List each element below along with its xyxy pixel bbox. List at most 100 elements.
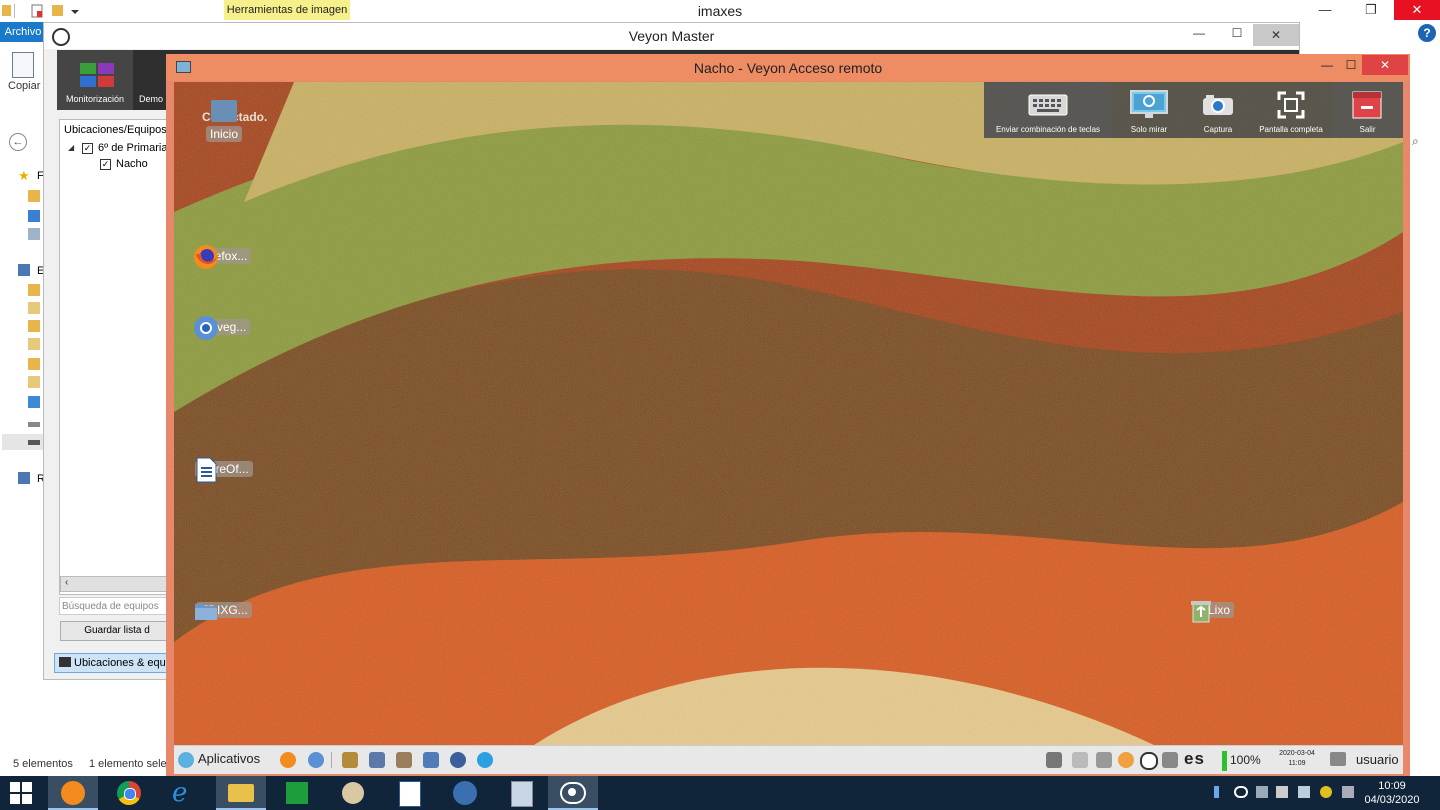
- vm-maximize-button[interactable]: ☐: [1222, 26, 1252, 40]
- windows-start-icon[interactable]: [10, 782, 32, 804]
- music-folder-icon: [28, 338, 40, 350]
- desktop-icon-label: Inicio: [205, 126, 242, 142]
- battery-level-bar: [1222, 751, 1227, 771]
- save-list-button[interactable]: Guardar lista d: [60, 621, 174, 641]
- tree-computer-label[interactable]: Nacho: [116, 158, 148, 170]
- browser-launcher-icon[interactable]: [308, 752, 324, 768]
- screenshot-button[interactable]: Captura: [1186, 82, 1250, 138]
- clock-time[interactable]: 10:09: [1362, 780, 1422, 792]
- keyboard-layout-indicator[interactable]: es: [1184, 749, 1205, 769]
- applications-menu-button[interactable]: Aplicativos: [198, 751, 260, 766]
- computer-search-input[interactable]: Búsqueda de equipos: [59, 597, 169, 615]
- drive-icon: [28, 422, 40, 427]
- taskbar-firefox[interactable]: [48, 776, 98, 810]
- firefox-launcher-icon[interactable]: [280, 752, 296, 768]
- explorer-titlebar: Herramientas de imagen imaxes — ❐ ✕: [0, 0, 1440, 22]
- explorer-title: imaxes: [697, 3, 743, 19]
- computer-icon: [18, 264, 30, 276]
- explorer-restore-button[interactable]: ❐: [1348, 0, 1394, 20]
- taskbar-file-explorer[interactable]: [216, 776, 266, 810]
- view-only-button[interactable]: Solo mirar: [1112, 82, 1186, 138]
- tray-shield-icon[interactable]: [1320, 786, 1332, 798]
- tray-update-icon[interactable]: [1118, 752, 1134, 768]
- tools-launcher-icon[interactable]: [396, 752, 412, 768]
- user-menu[interactable]: usuario: [1356, 752, 1399, 767]
- taskbar-store[interactable]: [272, 776, 322, 810]
- explorer-close-button[interactable]: ✕: [1394, 0, 1440, 20]
- desktop-icon-browser[interactable]: Naveg...: [193, 315, 255, 340]
- remote-clock[interactable]: 2020-03-04 11:09: [1276, 749, 1318, 769]
- windows-drive-icon: [28, 396, 40, 408]
- tray-indicator-icon[interactable]: [1214, 786, 1219, 798]
- tray-volume-icon[interactable]: [1162, 752, 1178, 768]
- taskbar-ie[interactable]: e: [160, 776, 210, 810]
- tray-keyboard-icon[interactable]: [1072, 752, 1088, 768]
- send-shortcut-button[interactable]: Enviar combinación de teclas: [984, 82, 1112, 138]
- copy-button-label[interactable]: Copiar: [8, 80, 40, 92]
- mail-launcher-icon[interactable]: [450, 752, 466, 768]
- locations-tab[interactable]: Ubicaciones & equi: [54, 653, 172, 673]
- tray-veyon-icon[interactable]: [1140, 752, 1158, 770]
- battery-percentage[interactable]: 100%: [1230, 753, 1261, 767]
- demo-button[interactable]: Demo: [139, 94, 163, 104]
- scroll-left-arrow-icon[interactable]: ‹: [65, 577, 68, 588]
- desktop-icon-folder[interactable]: EDIXG...: [193, 598, 255, 620]
- telegram-launcher-icon[interactable]: [477, 752, 493, 768]
- remote-desktop-view[interactable]: Conectado. Enviar combinación de teclas …: [174, 82, 1403, 745]
- vm-minimize-button[interactable]: —: [1184, 26, 1214, 40]
- tray-veyon-icon[interactable]: [1234, 786, 1248, 798]
- exit-button[interactable]: Salir: [1332, 82, 1403, 138]
- taskbar-paint[interactable]: [328, 776, 378, 810]
- monitoring-grid-icon: [80, 63, 114, 87]
- file-manager-launcher-icon[interactable]: [342, 752, 358, 768]
- remote-access-titlebar: Nacho - Veyon Acceso remoto — ☐ ✕: [166, 54, 1410, 81]
- help-icon[interactable]: ?: [1418, 24, 1436, 42]
- favorites-star-icon: ★: [18, 168, 30, 183]
- vm-close-button[interactable]: ✕: [1253, 24, 1299, 46]
- tray-screen-icon[interactable]: [1046, 752, 1062, 768]
- back-arrow-icon[interactable]: ←: [9, 133, 27, 151]
- fullscreen-icon: [1277, 91, 1305, 119]
- desktop-icon-firefox[interactable]: Firefox...: [193, 244, 255, 269]
- desktop-icon-libreoffice[interactable]: LibreOf...: [193, 457, 255, 483]
- ra-close-button[interactable]: ✕: [1362, 55, 1408, 75]
- group-checkbox[interactable]: ✓: [82, 143, 93, 154]
- panel-horizontal-scrollbar[interactable]: ‹: [60, 576, 172, 592]
- desktop-icon-trash[interactable]: Lixo: [1188, 598, 1250, 623]
- calculator-launcher-icon[interactable]: [369, 752, 385, 768]
- ribbon-tab-archivo[interactable]: Archivo: [0, 22, 46, 42]
- taskbar-chrome[interactable]: [104, 776, 154, 810]
- ra-maximize-button[interactable]: ☐: [1340, 55, 1362, 75]
- tray-network-icon[interactable]: [1096, 752, 1112, 768]
- taskbar-veyon[interactable]: [548, 776, 598, 810]
- locations-computers-panel: Ubicaciones/Equipos ◢ ✓ 6º de Primaria ✓…: [59, 119, 171, 595]
- firefox-icon: [61, 781, 85, 805]
- tray-network-icon[interactable]: [1256, 786, 1268, 798]
- computer-checkbox[interactable]: ✓: [100, 159, 111, 170]
- fullscreen-button[interactable]: Pantalla completa: [1250, 82, 1332, 138]
- tree-group-label[interactable]: 6º de Primaria: [98, 142, 167, 154]
- desktop-icon-inicio[interactable]: Inicio: [193, 100, 255, 142]
- tray-volume-icon[interactable]: [1276, 786, 1288, 798]
- taskbar-calculator[interactable]: [496, 776, 546, 810]
- monitoring-label: Monitorización: [65, 94, 125, 104]
- locations-tab-icon: [59, 657, 71, 667]
- document-icon: [399, 781, 421, 807]
- search-icon[interactable]: ⌕: [1412, 134, 1419, 149]
- clock-date[interactable]: 04/03/2020: [1362, 794, 1422, 806]
- ra-minimize-button[interactable]: —: [1316, 55, 1338, 75]
- chrome-icon-center: [124, 788, 136, 800]
- keyboard-icon: [1028, 94, 1068, 116]
- camera-icon: [1203, 95, 1233, 115]
- veyon-icon-pupil: [568, 788, 576, 796]
- explorer-minimize-button[interactable]: —: [1302, 0, 1348, 20]
- trash-icon: [1191, 601, 1211, 623]
- document-launcher-icon[interactable]: [423, 752, 439, 768]
- taskbar-writer[interactable]: [384, 776, 434, 810]
- tree-expand-icon[interactable]: ◢: [68, 143, 74, 152]
- monitoring-button[interactable]: Monitorización: [57, 50, 133, 110]
- network-icon: [18, 472, 30, 484]
- tray-notification-icon[interactable]: [1342, 786, 1354, 798]
- tray-display-icon[interactable]: [1298, 786, 1310, 798]
- taskbar-thunderbird[interactable]: [440, 776, 490, 810]
